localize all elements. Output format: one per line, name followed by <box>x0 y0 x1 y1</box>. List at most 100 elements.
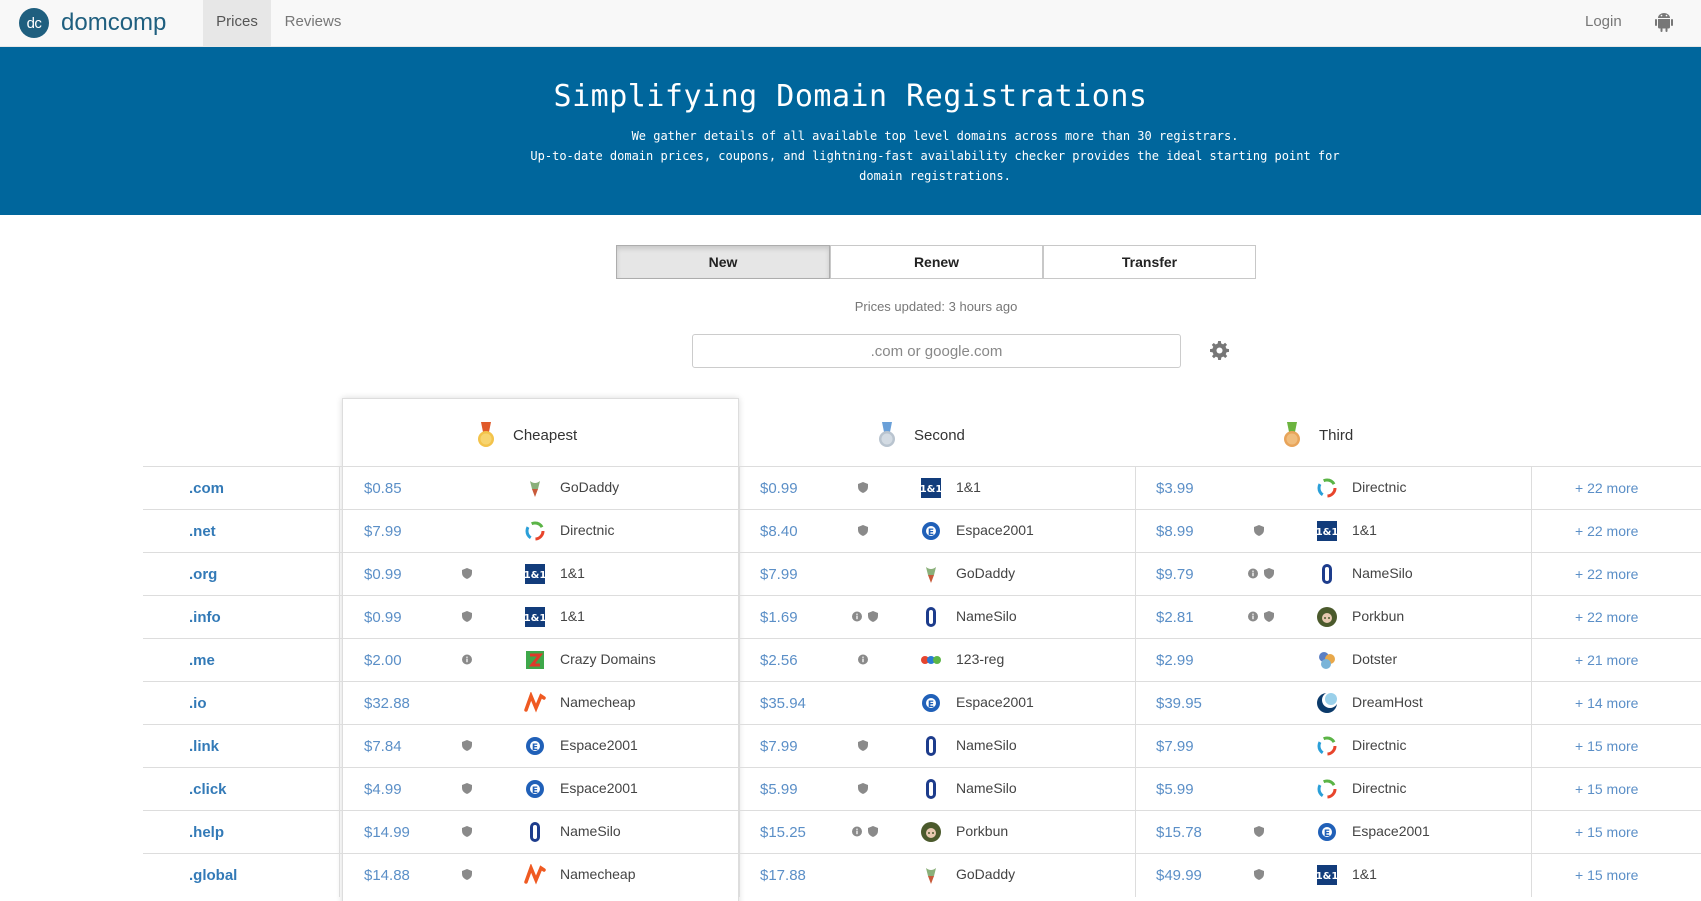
new-toggle-button[interactable]: New <box>616 245 830 279</box>
more-registrars-link[interactable]: + 22 more <box>1575 523 1638 539</box>
price-value[interactable]: $1.69 <box>760 609 798 626</box>
tld-link[interactable]: .global <box>189 867 237 884</box>
more-registrars-link[interactable]: + 22 more <box>1575 609 1638 625</box>
more-registrars-link[interactable]: + 15 more <box>1575 781 1638 797</box>
registrar-name[interactable]: Espace2001 <box>956 522 1034 538</box>
registrar-name[interactable]: Directnic <box>1352 780 1406 796</box>
registrar-name[interactable]: Porkbun <box>956 823 1008 839</box>
more-registrars-link[interactable]: + 15 more <box>1575 738 1638 754</box>
more-registrars-link[interactable]: + 14 more <box>1575 695 1638 711</box>
tld-link[interactable]: .org <box>189 566 217 583</box>
price-value[interactable]: $15.78 <box>1156 824 1202 841</box>
tld-link[interactable]: .me <box>189 652 215 669</box>
tld-link[interactable]: .info <box>189 609 221 626</box>
price-value[interactable]: $7.84 <box>364 738 402 755</box>
registrar-name[interactable]: Espace2001 <box>956 694 1034 710</box>
more-registrars-link[interactable]: + 15 more <box>1575 824 1638 840</box>
registrar-name[interactable]: NameSilo <box>1352 565 1413 581</box>
registrar-name[interactable]: 1&1 <box>560 565 585 581</box>
nav-tab-prices[interactable]: Prices <box>203 0 271 47</box>
table-row[interactable]: .com $0.85 GoDaddy $0.99 1&1 1&1 $3.99 Directni… <box>143 466 1701 510</box>
table-row[interactable]: .net $7.99 Directnic $8.40 E Espace2001 $8.99 1… <box>143 509 1701 553</box>
table-row[interactable]: .org $0.99 1&1 1&1 $7.99 GoDaddy $9.79 NameSilo… <box>143 552 1701 596</box>
registrar-name[interactable]: DreamHost <box>1352 694 1423 710</box>
table-row[interactable]: .link $7.84 E Espace2001 $7.99 NameSilo $7.99 D… <box>143 724 1701 768</box>
price-value[interactable]: $2.81 <box>1156 609 1194 626</box>
price-value[interactable]: $32.88 <box>364 695 410 712</box>
registrar-name[interactable]: 123-reg <box>956 651 1004 667</box>
tld-link[interactable]: .net <box>189 523 216 540</box>
more-registrars-link[interactable]: + 22 more <box>1575 480 1638 496</box>
price-value[interactable]: $7.99 <box>760 738 798 755</box>
more-registrars-link[interactable]: + 22 more <box>1575 566 1638 582</box>
price-value[interactable]: $2.99 <box>1156 652 1194 669</box>
more-registrars-link[interactable]: + 15 more <box>1575 867 1638 883</box>
tld-link[interactable]: .link <box>189 738 219 755</box>
registrar-name[interactable]: NameSilo <box>560 823 621 839</box>
price-value[interactable]: $7.99 <box>364 523 402 540</box>
table-row[interactable]: .global $14.88 Namecheap $17.88 GoDaddy $49.9… <box>143 853 1701 897</box>
transfer-toggle-button[interactable]: Transfer <box>1043 245 1256 279</box>
renew-toggle-button[interactable]: Renew <box>830 245 1043 279</box>
price-value[interactable]: $7.99 <box>760 566 798 583</box>
registrar-name[interactable]: GoDaddy <box>560 479 619 495</box>
registrar-name[interactable]: NameSilo <box>956 780 1017 796</box>
tld-link[interactable]: .click <box>189 781 227 798</box>
registrar-name[interactable]: NameSilo <box>956 608 1017 624</box>
price-value[interactable]: $5.99 <box>1156 781 1194 798</box>
registrar-name[interactable]: GoDaddy <box>956 565 1015 581</box>
registrar-name[interactable]: 1&1 <box>560 608 585 624</box>
login-link[interactable]: Login <box>1585 0 1622 47</box>
price-value[interactable]: $4.99 <box>364 781 402 798</box>
tld-link[interactable]: .io <box>189 695 207 712</box>
table-row[interactable]: .help $14.99 NameSilo $15.25 Porkbun $15.78 E E… <box>143 810 1701 854</box>
more-registrars-link[interactable]: + 21 more <box>1575 652 1638 668</box>
tld-link[interactable]: .help <box>189 824 224 841</box>
price-value[interactable]: $0.99 <box>364 566 402 583</box>
registrar-name[interactable]: Directnic <box>1352 737 1406 753</box>
gear-icon[interactable] <box>1210 341 1229 360</box>
brand-link[interactable]: dc domcomp <box>19 8 166 38</box>
price-value[interactable]: $0.99 <box>760 480 798 497</box>
table-row[interactable]: .me $2.00 Crazy Domains $2.56 123-reg $2.99 Do… <box>143 638 1701 682</box>
price-value[interactable]: $0.85 <box>364 480 402 497</box>
registrar-name[interactable]: NameSilo <box>956 737 1017 753</box>
registrar-name[interactable]: GoDaddy <box>956 866 1015 882</box>
price-value[interactable]: $35.94 <box>760 695 806 712</box>
registrar-name[interactable]: Espace2001 <box>560 780 638 796</box>
registrar-name[interactable]: Porkbun <box>1352 608 1404 624</box>
registrar-name[interactable]: Directnic <box>1352 479 1406 495</box>
price-value[interactable]: $39.95 <box>1156 695 1202 712</box>
registrar-name[interactable]: 1&1 <box>1352 866 1377 882</box>
price-value[interactable]: $8.99 <box>1156 523 1194 540</box>
price-value[interactable]: $14.88 <box>364 867 410 884</box>
table-row[interactable]: .click $4.99 E Espace2001 $5.99 NameSilo $5.99… <box>143 767 1701 811</box>
price-value[interactable]: $7.99 <box>1156 738 1194 755</box>
price-value[interactable]: $5.99 <box>760 781 798 798</box>
price-value[interactable]: $8.40 <box>760 523 798 540</box>
table-row[interactable]: .info $0.99 1&1 1&1 $1.69 NameSilo $2.81 Porkbu… <box>143 595 1701 639</box>
price-value[interactable]: $0.99 <box>364 609 402 626</box>
registrar-name[interactable]: Directnic <box>560 522 614 538</box>
domain-search-input[interactable] <box>692 334 1181 368</box>
registrar-name[interactable]: 1&1 <box>956 479 981 495</box>
price-value[interactable]: $2.00 <box>364 652 402 669</box>
price-value[interactable]: $15.25 <box>760 824 806 841</box>
registrar-name[interactable]: Crazy Domains <box>560 651 656 667</box>
nav-tab-reviews[interactable]: Reviews <box>278 0 348 47</box>
table-row[interactable]: .io $32.88 Namecheap $35.94 E Espace2001 $39.9… <box>143 681 1701 725</box>
registrar-name[interactable]: Namecheap <box>560 694 636 710</box>
price-value[interactable]: $14.99 <box>364 824 410 841</box>
registrar-name[interactable]: Espace2001 <box>1352 823 1430 839</box>
price-value[interactable]: $3.99 <box>1156 480 1194 497</box>
registrar-name[interactable]: Dotster <box>1352 651 1397 667</box>
price-value[interactable]: $2.56 <box>760 652 798 669</box>
registrar-name[interactable]: Espace2001 <box>560 737 638 753</box>
registrar-name[interactable]: 1&1 <box>1352 522 1377 538</box>
android-icon[interactable] <box>1655 12 1673 32</box>
price-value[interactable]: $9.79 <box>1156 566 1194 583</box>
price-value[interactable]: $49.99 <box>1156 867 1202 884</box>
registrar-name[interactable]: Namecheap <box>560 866 636 882</box>
tld-link[interactable]: .com <box>189 480 224 497</box>
price-value[interactable]: $17.88 <box>760 867 806 884</box>
